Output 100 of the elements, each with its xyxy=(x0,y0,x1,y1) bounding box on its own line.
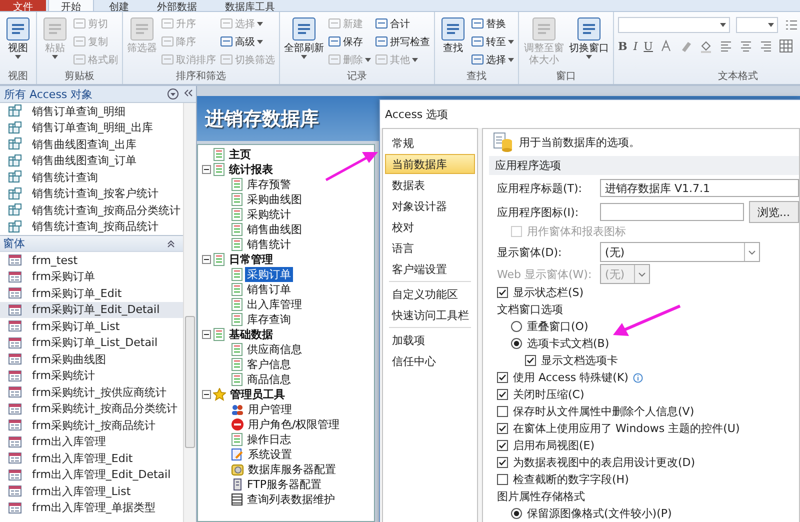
collapse-icon[interactable] xyxy=(202,390,211,399)
object-item[interactable]: frm采购订单_Edit_Detail xyxy=(0,302,183,318)
checkbox[interactable] xyxy=(497,457,508,468)
text-field[interactable] xyxy=(600,203,744,221)
object-item[interactable]: 销售曲线图查询_订单 xyxy=(0,152,183,169)
tree-item[interactable]: 采购订单 xyxy=(245,267,293,282)
object-item[interactable]: frm_test xyxy=(0,252,183,268)
tree-item[interactable]: 采购统计 xyxy=(245,207,293,222)
ribbon-button[interactable]: 视图 xyxy=(4,15,32,59)
object-item[interactable]: frm采购订单_Edit xyxy=(0,285,183,302)
checkbox[interactable] xyxy=(497,406,508,417)
object-item[interactable]: frm采购订单_List xyxy=(0,318,183,334)
format-button[interactable]: I xyxy=(633,40,638,52)
object-item[interactable]: frm出入库管理_List xyxy=(0,483,183,500)
collapse-icon[interactable] xyxy=(202,165,211,174)
tree-item[interactable]: 用户管理 xyxy=(246,402,294,417)
object-item[interactable]: frm出入库管理 xyxy=(0,434,183,450)
browse-button[interactable]: 浏览... xyxy=(748,201,799,223)
object-item[interactable]: frm采购统计_按商品统计 xyxy=(0,417,183,434)
object-item[interactable]: 销售统计查询_按客户统计 xyxy=(0,186,183,202)
tree-item[interactable]: 库存预警 xyxy=(245,177,293,192)
ribbon-button[interactable]: 选择 xyxy=(471,51,514,68)
tree-item[interactable]: 出入库管理 xyxy=(245,297,304,312)
tree-item[interactable]: 日常管理 xyxy=(227,252,275,267)
object-item[interactable]: frm采购统计 xyxy=(0,368,183,384)
object-item[interactable]: frm出入库管理_Edit_Detail xyxy=(0,466,183,483)
object-item[interactable]: frm出入库管理_单据类型 xyxy=(0,500,183,516)
ribbon-tab[interactable]: 开始 xyxy=(48,0,94,11)
tree-item[interactable]: 商品信息 xyxy=(245,372,293,387)
ribbon-button[interactable]: 拼写检查 xyxy=(375,33,430,50)
ribbon-button[interactable]: 转至 xyxy=(471,33,514,50)
radio-button[interactable] xyxy=(511,338,522,349)
category-item[interactable]: 当前数据库 xyxy=(385,154,475,174)
file-tab[interactable]: 文件 xyxy=(0,0,46,11)
object-item[interactable]: 销售统计查询 xyxy=(0,169,183,186)
ribbon-tab[interactable]: 创建 xyxy=(96,0,142,11)
category-item[interactable]: 自定义功能区 xyxy=(385,284,475,304)
chevron-icon[interactable] xyxy=(167,240,175,248)
object-item[interactable]: 销售曲线图查询_出库 xyxy=(0,136,183,152)
tree-item[interactable]: 查询列表数据维护 xyxy=(245,492,337,507)
object-item[interactable]: frm采购统计_按供应商统计 xyxy=(0,384,183,400)
radio-button[interactable] xyxy=(511,508,522,519)
checkbox[interactable] xyxy=(497,389,508,400)
category-item[interactable]: 常规 xyxy=(385,133,475,153)
ribbon-tab[interactable]: 数据库工具 xyxy=(212,0,288,11)
ribbon-button[interactable]: 切换窗口 xyxy=(569,15,609,59)
tree-item[interactable]: 系统设置 xyxy=(246,447,294,462)
category-item[interactable]: 客户端设置 xyxy=(385,259,475,279)
tree-item[interactable]: 供应商信息 xyxy=(245,342,304,357)
ribbon-button[interactable]: 全部刷新 xyxy=(284,15,324,59)
tree-item[interactable]: 销售曲线图 xyxy=(245,222,304,237)
category-item[interactable]: 快速访问工具栏 xyxy=(385,305,475,325)
object-item[interactable]: frm采购订单_List_Detail xyxy=(0,334,183,351)
ribbon-button[interactable]: 替换 xyxy=(471,15,514,32)
tree-item[interactable]: 数据库服务器配置 xyxy=(246,462,338,477)
ribbon-button[interactable]: 保存 xyxy=(328,33,371,50)
tree-item[interactable]: 客户信息 xyxy=(245,357,293,372)
tree-item[interactable]: 采购曲线图 xyxy=(245,192,304,207)
collapse-icon[interactable] xyxy=(202,330,211,339)
category-item[interactable]: 语言 xyxy=(385,238,475,258)
object-item[interactable]: 销售统计查询_按商品统计 xyxy=(0,218,183,235)
object-item[interactable]: 销售订单查询_明细_出库 xyxy=(0,120,183,136)
category-item[interactable]: 对象设计器 xyxy=(385,196,475,216)
tree-item[interactable]: 统计报表 xyxy=(227,162,275,177)
checkbox[interactable] xyxy=(497,474,508,485)
tree-item[interactable]: 销售统计 xyxy=(245,237,293,252)
checkbox[interactable] xyxy=(525,355,536,366)
section-header[interactable]: 窗体 xyxy=(0,235,183,252)
tree-item[interactable]: 操作日志 xyxy=(245,432,293,447)
dropdown-field[interactable]: (无) xyxy=(600,242,760,262)
category-item[interactable]: 数据表 xyxy=(385,175,475,195)
scrollbar[interactable] xyxy=(183,103,196,522)
checkbox[interactable] xyxy=(497,440,508,451)
ribbon-button[interactable]: 高级 xyxy=(220,33,275,50)
tree-item[interactable]: 库存查询 xyxy=(245,312,293,327)
checkbox[interactable] xyxy=(497,287,508,298)
tree-item[interactable]: 基础数据 xyxy=(227,327,275,342)
format-button[interactable]: B xyxy=(618,40,628,52)
object-item[interactable]: frm采购曲线图 xyxy=(0,351,183,368)
object-item[interactable]: 销售统计查询_按商品分类统计 xyxy=(0,202,183,218)
tree-item[interactable]: 管理员工具 xyxy=(228,387,287,402)
object-item[interactable]: frm出入库管理_Edit xyxy=(0,450,183,466)
text-field[interactable]: 进销存数据库 V1.7.1 xyxy=(600,179,799,197)
ribbon-button[interactable]: 查找 xyxy=(439,15,467,55)
category-item[interactable]: 信任中心 xyxy=(385,351,475,371)
tree-item[interactable]: 用户角色/权限管理 xyxy=(246,417,342,432)
collapse-icon[interactable] xyxy=(202,255,211,264)
tree-item[interactable]: FTP服务器配置 xyxy=(245,477,324,492)
radio-button[interactable] xyxy=(511,321,522,332)
category-item[interactable]: 校对 xyxy=(385,217,475,237)
ribbon-button[interactable]: 合计 xyxy=(375,15,430,32)
object-item[interactable]: 销售订单查询_明细 xyxy=(0,103,183,120)
checkbox[interactable] xyxy=(497,423,508,434)
tree-item[interactable]: 销售订单 xyxy=(245,282,293,297)
object-item[interactable]: frm采购统计_按商品分类统计 xyxy=(0,400,183,417)
format-button[interactable]: U xyxy=(644,40,653,52)
object-item[interactable]: frm采购订单 xyxy=(0,268,183,285)
ribbon-tab[interactable]: 外部数据 xyxy=(144,0,210,11)
checkbox[interactable] xyxy=(497,372,508,383)
category-item[interactable]: 加载项 xyxy=(385,330,475,350)
